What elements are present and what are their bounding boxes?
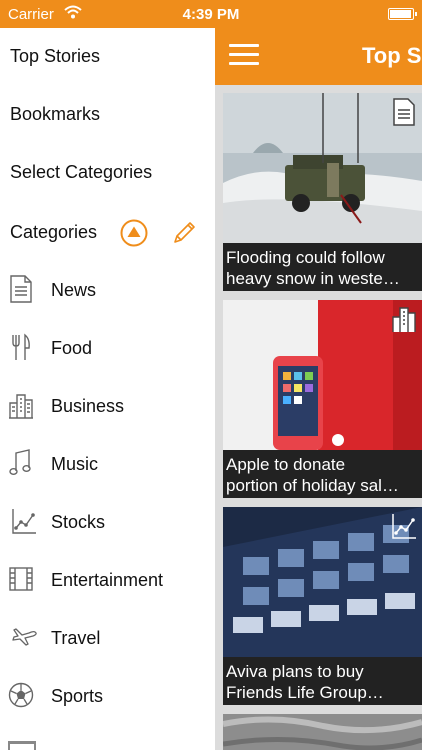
content-panel: Top S Flooding could follow heavy snow i… <box>215 28 422 750</box>
buildings-icon <box>9 394 33 419</box>
story-caption: Aviva plans to buy Friends Life Group… <box>223 657 422 705</box>
newspaper-icon <box>393 98 415 126</box>
menu-item-bookmarks[interactable]: Bookmarks <box>10 104 100 125</box>
buildings-icon <box>392 307 416 332</box>
category-label: Stocks <box>51 512 106 532</box>
categories-header: Categories <box>10 222 98 242</box>
story-title-line: heavy snow in weste… <box>226 269 400 288</box>
category-item-travel[interactable]: Travel <box>0 609 215 667</box>
category-label: News <box>51 280 97 300</box>
category-item-music[interactable]: Music <box>0 435 215 493</box>
story-photo <box>223 714 422 750</box>
page-title: Top S <box>362 43 422 68</box>
story-title-line: portion of holiday sal… <box>226 476 399 495</box>
category-item-news[interactable]: News <box>0 261 215 319</box>
story-caption: Flooding could follow heavy snow in west… <box>223 243 422 291</box>
category-item-stocks[interactable]: Stocks <box>0 493 215 551</box>
story-caption: Apple to donate portion of holiday sal… <box>223 450 422 498</box>
story-card[interactable]: Aviva plans to buy Friends Life Group… <box>223 507 422 705</box>
story-card[interactable]: Apple to donate portion of holiday sal… <box>223 300 422 498</box>
category-label: Sports <box>51 686 104 706</box>
category-label: Music <box>51 454 99 474</box>
story-card-partial[interactable] <box>223 714 422 750</box>
stock-chart-icon <box>392 514 416 539</box>
edit-pencil-icon[interactable] <box>171 220 197 246</box>
category-label: Travel <box>51 628 101 648</box>
story-title-line: Aviva plans to buy <box>226 662 364 681</box>
story-card[interactable]: Flooding could follow heavy snow in west… <box>223 93 422 291</box>
category-item-sports[interactable]: Sports <box>0 667 215 725</box>
category-label: Entertainment <box>51 570 164 590</box>
category-item-partial <box>8 741 36 750</box>
category-item-business[interactable]: Business <box>0 377 215 435</box>
story-title-line: Friends Life Group… <box>226 683 384 702</box>
fork-knife-icon <box>12 333 30 360</box>
story-title-line: Apple to donate <box>226 455 346 474</box>
airplane-icon <box>12 628 37 646</box>
status-bar: Carrier 4:39 PM <box>0 0 422 28</box>
status-time: 4:39 PM <box>182 6 240 23</box>
category-item-food[interactable]: Food <box>0 319 215 377</box>
category-label: Business <box>51 396 125 416</box>
music-note-icon <box>9 449 31 476</box>
stock-chart-icon <box>12 509 36 534</box>
menu-item-top-stories[interactable]: Top Stories <box>10 46 100 67</box>
collapse-toggle-icon[interactable] <box>119 218 149 248</box>
newspaper-icon <box>10 275 32 303</box>
soccer-ball-icon <box>8 682 34 708</box>
category-item-entertainment[interactable]: Entertainment <box>0 551 215 609</box>
category-label: Food <box>51 338 93 358</box>
battery-icon <box>388 8 417 20</box>
side-menu: Top Stories Bookmarks Select Categories … <box>0 28 215 750</box>
navigation-bar: Top S <box>215 28 422 85</box>
story-title-line: Flooding could follow <box>226 248 385 267</box>
menu-item-select-categories[interactable]: Select Categories <box>10 162 152 183</box>
film-strip-icon <box>9 567 33 591</box>
hamburger-menu-icon[interactable] <box>229 44 259 66</box>
